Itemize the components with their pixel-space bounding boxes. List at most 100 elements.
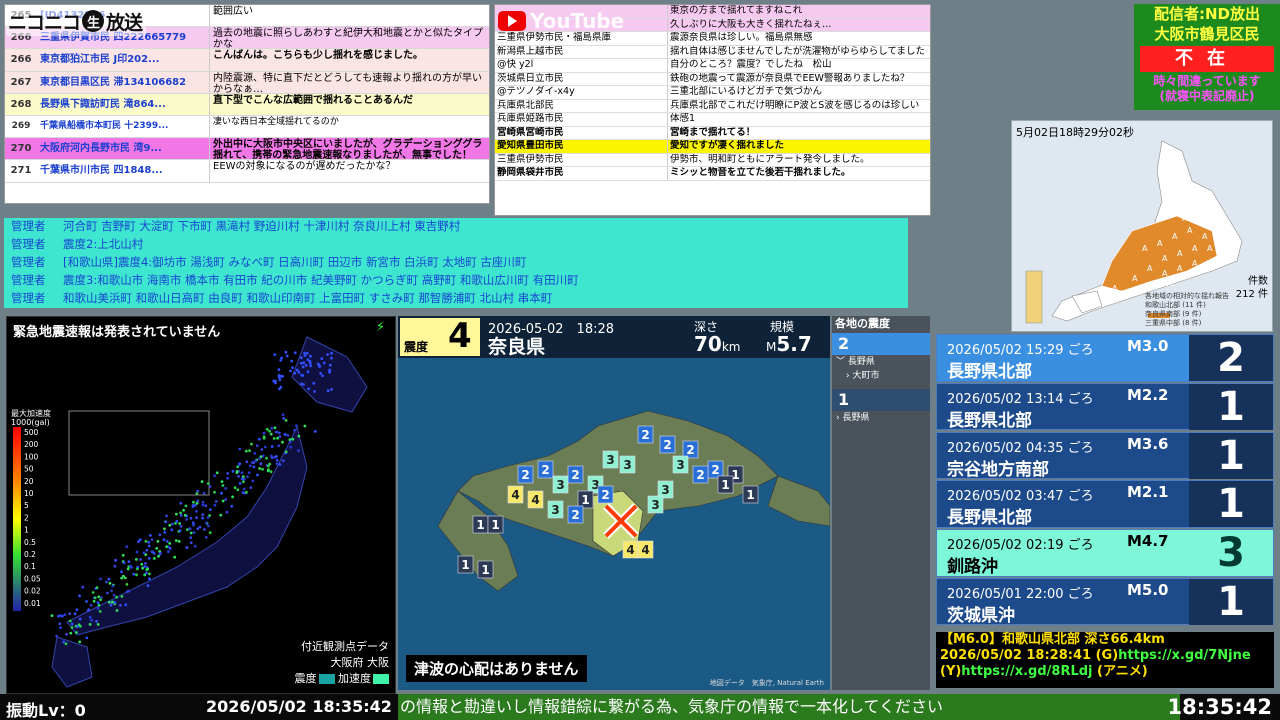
intensity-marker: 4 <box>527 490 544 509</box>
station-dot <box>220 480 224 483</box>
quake-history-place: 長野県北部 <box>947 362 1032 382</box>
station-dot <box>191 504 195 507</box>
station-dot <box>283 433 287 436</box>
station-dot <box>295 368 299 372</box>
station-dot <box>275 430 278 434</box>
admin-label: 管理者 <box>11 236 46 251</box>
comment-row: 三重県伊勢市民 伊勢市、明和町ともにアラート発令しました。 <box>495 153 930 167</box>
station-dot <box>221 499 225 503</box>
flash-link-g[interactable]: https://x.gd/7Njne <box>1118 648 1251 663</box>
comment-user[interactable]: 東京都狛江市民 J印202... <box>37 49 209 70</box>
youtube-play-icon <box>498 11 526 31</box>
station-dot <box>126 567 130 571</box>
station-dot <box>320 357 324 360</box>
report-region-label: A <box>1147 264 1153 273</box>
comment-user[interactable]: 東京都目黒区民 滞134106682 <box>37 72 209 93</box>
acceleration-map: 500 200 100 50 20 10 5 2 1 0.5 0.2 0.1 0.05 0.02 0.01 <box>13 336 368 688</box>
station-dot <box>158 533 162 537</box>
svg-text:2: 2 <box>696 468 704 482</box>
station-dot <box>278 435 282 438</box>
station-dot <box>189 541 193 545</box>
intensity-marker: 3 <box>657 480 674 499</box>
report-legend-item: 三重県中部 (8 件) <box>1145 319 1202 327</box>
intensity-marker: 4 <box>507 485 524 504</box>
station-dot <box>78 640 82 644</box>
eew-acceleration-panel: 緊急地震速報は発表されていません ⚡ 500 200 100 50 20 10 5 2 1 0.5… <box>6 316 396 694</box>
intensity-band-1[interactable]: 1 <box>832 389 930 411</box>
station-dot <box>107 600 111 604</box>
svg-text:3: 3 <box>651 498 659 512</box>
quake-history-item[interactable]: 2026/05/02 03:47 ごろ M2.1 長野県北部 1 <box>936 480 1274 528</box>
quake-history-item[interactable]: 2026/05/02 13:14 ごろ M2.2 長野県北部 1 <box>936 382 1274 431</box>
station-dot <box>120 595 124 598</box>
station-dot <box>303 351 306 355</box>
station-dot <box>235 470 239 473</box>
acceleration-tick: 0.05 <box>24 574 41 583</box>
flash-link-y[interactable]: https://x.gd/8RLdj <box>961 664 1092 679</box>
station-dot <box>148 572 151 576</box>
admin-message: 震度3:和歌山市 海南市 橋本市 有田市 紀の川市 紀美野町 かつらぎ町 高野町… <box>63 272 579 287</box>
comment-user[interactable]: @テツノダイ-x4y <box>495 86 667 99</box>
station-dot <box>113 601 117 604</box>
report-region-label: A <box>1157 239 1163 248</box>
station-dot <box>97 595 101 599</box>
depth-unit: km <box>721 340 741 354</box>
prefecture-item[interactable]: › 長野県 <box>832 411 930 425</box>
quake-history-item[interactable]: 2026/05/02 04:35 ごろ M3.6 宗谷地方南部 1 <box>936 431 1274 480</box>
station-dot <box>206 516 210 519</box>
station-dot <box>328 370 331 374</box>
admin-message-row: 管理者 河合町 吉野町 大淀町 下市町 黒滝村 野迫川村 十津川村 奈良川上村 東… <box>4 218 908 236</box>
comment-row: 宮崎県宮崎市民 宮崎まで揺れてる！ <box>495 126 930 140</box>
station-dot <box>280 356 283 360</box>
station-dot <box>274 381 277 385</box>
quake-history-item[interactable]: 2026/05/02 02:19 ごろ M4.7 釧路沖 3 <box>936 529 1274 577</box>
intensity-label: 震度 <box>294 672 317 685</box>
station-dot <box>121 553 125 557</box>
station-dot <box>270 456 274 460</box>
comment-user[interactable]: 千葉県市川市民 四1848... <box>37 160 209 181</box>
comment-user[interactable]: 兵庫県北部民 <box>495 100 667 113</box>
station-dot <box>91 591 95 594</box>
station-dot <box>231 469 235 473</box>
acceleration-tick: 20 <box>24 477 34 486</box>
comment-user[interactable]: 宮崎県宮崎市民 <box>495 127 667 140</box>
report-region-label: A <box>1192 259 1198 268</box>
comment-user[interactable]: @快 y2l <box>495 59 667 72</box>
station-dot <box>219 513 223 517</box>
station-dot <box>125 545 129 549</box>
station-dot <box>178 522 182 525</box>
intensity-band-2[interactable]: 2 <box>832 333 930 355</box>
station-dot <box>256 473 259 477</box>
comment-user[interactable]: 長野県下諏訪町民 滝864... <box>37 94 209 115</box>
station-dot <box>231 495 235 499</box>
acceleration-legend-title: 最大加速度 <box>11 409 51 418</box>
station-dot <box>289 445 293 449</box>
quake-history-item[interactable]: 2026/05/02 15:29 ごろ M3.0 長野県北部 2 <box>936 334 1274 382</box>
station-dot <box>175 512 178 516</box>
station-dot <box>129 564 132 568</box>
max-intensity-value: 4 <box>448 316 472 356</box>
prefecture-item[interactable]: ﹀ 長野県 <box>832 355 930 369</box>
quake-history-item[interactable]: 2026/05/01 22:00 ごろ M5.0 茨城県沖 1 <box>936 577 1274 626</box>
comment-user[interactable]: 千葉県船橋市本町民 十2399... <box>37 116 209 137</box>
comment-user[interactable]: 茨城県日立市民 <box>495 73 667 86</box>
intensity-marker: 1 <box>472 515 489 534</box>
comment-message: 揺れ自体は感じませんでしたが洗濯物がゆらゆらしてました <box>667 45 930 58</box>
city-item[interactable]: › 大町市 <box>832 369 930 383</box>
comment-user[interactable]: 愛知県豊田市民 <box>495 140 667 153</box>
comment-user[interactable]: 新潟県上越市民 <box>495 46 667 59</box>
station-dot <box>249 486 253 489</box>
station-dot <box>63 613 67 616</box>
station-dot <box>230 504 234 508</box>
admin-message-row: 管理者 [和歌山県]震度4:御坊市 湯浅町 みなべ町 日高川町 田辺市 新宮市 白… <box>4 253 908 272</box>
station-dot <box>70 626 74 629</box>
comment-user[interactable]: 三重県伊勢市民 <box>495 154 667 167</box>
station-dot <box>284 350 288 354</box>
station-dot <box>75 631 78 634</box>
station-dot <box>110 589 113 593</box>
comment-user[interactable]: 静岡県袋井市民 <box>495 167 667 180</box>
report-region-label: A <box>1132 274 1138 283</box>
station-dot <box>85 636 89 640</box>
comment-user[interactable]: 大阪府河内長野市民 湾9... <box>37 138 209 159</box>
comment-user[interactable]: 兵庫県姫路市民 <box>495 113 667 126</box>
